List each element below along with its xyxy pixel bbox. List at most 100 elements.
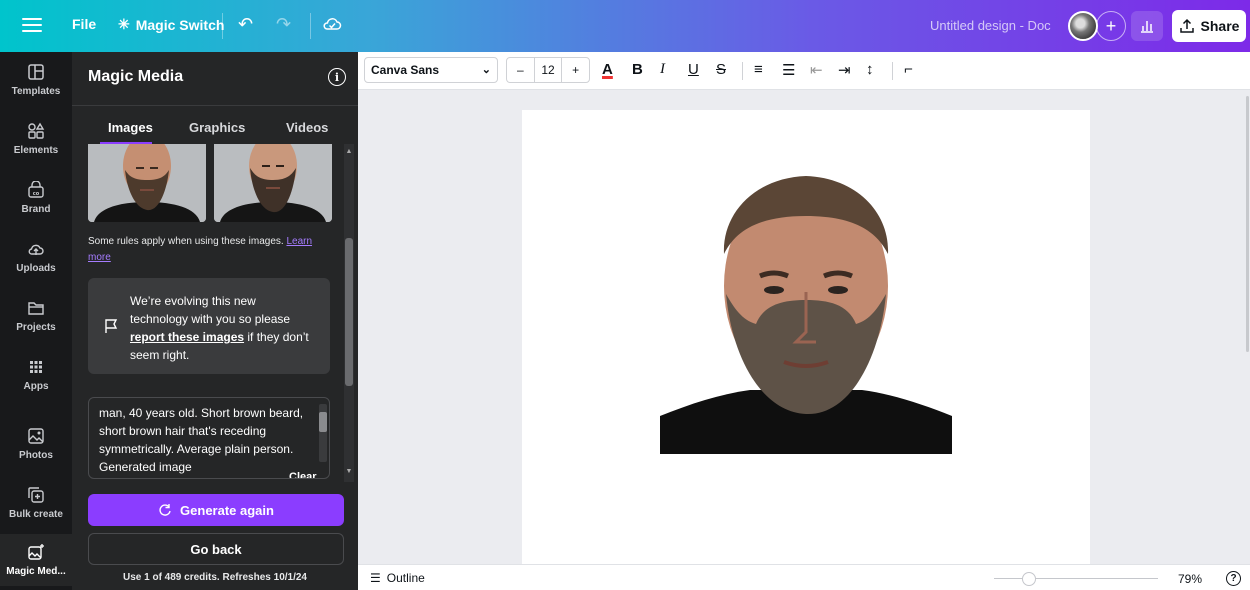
font-size-input[interactable]: 12 xyxy=(533,57,563,83)
share-label: Share xyxy=(1200,18,1240,34)
menu-icon[interactable] xyxy=(22,14,42,38)
rail-item-templates[interactable]: Templates xyxy=(0,54,72,106)
refresh-icon xyxy=(159,504,171,516)
rail-label: Apps xyxy=(23,381,49,392)
divider xyxy=(742,62,743,80)
rail-label: Photos xyxy=(19,450,53,461)
rail-item-projects[interactable]: Projects xyxy=(0,290,72,342)
strikethrough-icon[interactable]: S xyxy=(716,61,726,78)
document-title[interactable]: Untitled design - Doc xyxy=(930,18,1051,33)
outdent-icon[interactable]: ⇤ xyxy=(810,61,823,79)
canvas-area xyxy=(358,90,1250,570)
scroll-down-icon[interactable]: ▼ xyxy=(345,468,353,475)
file-menu-button[interactable]: File xyxy=(72,16,96,32)
magic-media-panel: Magic Media i Images Graphics Videos Som… xyxy=(72,52,358,590)
italic-icon[interactable]: I xyxy=(660,61,665,78)
rail-item-elements[interactable]: Elements xyxy=(0,113,72,165)
elements-icon xyxy=(28,122,45,139)
zoom-slider-handle[interactable] xyxy=(1022,572,1036,586)
rules-label: Some rules apply when using these images… xyxy=(88,236,284,247)
tab-images[interactable]: Images xyxy=(108,120,153,135)
zoom-level[interactable]: 79% xyxy=(1178,572,1202,586)
outline-button[interactable]: ☰ Outline xyxy=(370,571,425,585)
prompt-scroll-thumb[interactable] xyxy=(319,412,327,432)
feedback-text: We’re evolving this new technology with … xyxy=(130,292,316,364)
uploads-icon xyxy=(28,244,44,255)
feedback-prefix: We’re evolving this new technology with … xyxy=(130,294,291,326)
underline-icon[interactable]: U xyxy=(688,61,699,78)
scroll-up-icon[interactable]: ▲ xyxy=(345,148,353,155)
divider xyxy=(72,105,358,106)
outline-icon: ☰ xyxy=(370,571,381,585)
cloud-saved-icon[interactable] xyxy=(322,14,342,39)
rail-item-photos[interactable]: Photos xyxy=(0,418,72,470)
top-bar: File ✳ Magic Switch ↶ ↷ Untitled design … xyxy=(0,0,1250,52)
rail-item-brand[interactable]: co Brand xyxy=(0,172,72,224)
rail-label: Bulk create xyxy=(9,509,63,520)
redo-icon[interactable]: ↷ xyxy=(276,14,291,35)
share-button[interactable]: Share xyxy=(1172,10,1246,42)
projects-icon xyxy=(28,302,44,315)
add-people-icon[interactable]: + xyxy=(1096,11,1126,41)
templates-icon xyxy=(28,64,44,80)
portrait-image[interactable] xyxy=(660,166,952,454)
decrease-size-button[interactable]: – xyxy=(507,63,534,77)
divider xyxy=(892,62,893,80)
avatar[interactable] xyxy=(1068,11,1098,41)
rail-item-magic-media[interactable]: Magic Med... xyxy=(0,534,72,586)
tab-videos[interactable]: Videos xyxy=(286,120,328,135)
feedback-card: We’re evolving this new technology with … xyxy=(88,278,330,374)
insights-button[interactable] xyxy=(1131,11,1163,41)
align-left-icon[interactable]: ≡ xyxy=(754,61,763,78)
bulk-create-icon xyxy=(28,487,44,503)
canvas-scrollbar[interactable] xyxy=(1246,96,1249,352)
rail-label: Uploads xyxy=(16,263,56,274)
apps-icon xyxy=(30,361,42,373)
tab-graphics[interactable]: Graphics xyxy=(189,120,245,135)
left-rail: Templates Elements co Brand Uploads Proj… xyxy=(0,52,72,590)
photos-icon xyxy=(28,428,44,444)
rail-label: Brand xyxy=(21,204,51,215)
bottom-bar: ☰ Outline 79% ? xyxy=(358,564,1250,590)
generate-label: Generate again xyxy=(180,502,274,518)
font-name: Canva Sans xyxy=(371,63,440,77)
magic-switch-button[interactable]: ✳ Magic Switch xyxy=(118,16,224,33)
magic-switch-label: Magic Switch xyxy=(135,16,225,33)
usage-rules-text: Some rules apply when using these images… xyxy=(88,234,328,266)
copy-style-icon[interactable]: ⌐ xyxy=(904,61,913,78)
prompt-textarea[interactable]: man, 40 years old. Short brown beard, sh… xyxy=(88,397,330,479)
go-back-button[interactable]: Go back xyxy=(88,533,344,565)
rail-item-bulk-create[interactable]: Bulk create xyxy=(0,477,72,529)
panel-scroll-thumb[interactable] xyxy=(345,238,353,386)
generate-again-button[interactable]: Generate again xyxy=(88,494,344,526)
generated-image-2[interactable] xyxy=(214,144,332,222)
line-spacing-icon[interactable]: ↕ xyxy=(866,61,874,78)
sparkle-icon: ✳ xyxy=(118,16,130,32)
zoom-slider[interactable] xyxy=(994,578,1158,579)
text-color-icon[interactable]: A xyxy=(602,61,613,78)
divider xyxy=(310,13,311,39)
generated-image-1[interactable] xyxy=(88,144,206,222)
font-family-select[interactable]: Canva Sans ⌄ xyxy=(364,57,498,83)
rail-item-uploads[interactable]: Uploads xyxy=(0,231,72,283)
rail-item-apps[interactable]: Apps xyxy=(0,349,72,401)
chevron-down-icon: ⌄ xyxy=(481,64,491,76)
panel-title: Magic Media xyxy=(88,68,184,85)
outline-label: Outline xyxy=(386,571,425,585)
increase-size-button[interactable]: + xyxy=(562,63,589,77)
svg-text:co: co xyxy=(33,191,40,197)
font-size-stepper[interactable]: – 12 + xyxy=(506,57,590,83)
rail-label: Projects xyxy=(16,322,56,333)
bullet-list-icon[interactable]: ☰ xyxy=(782,61,795,79)
brand-icon: co xyxy=(28,181,44,198)
flag-icon xyxy=(105,319,118,333)
bold-icon[interactable]: B xyxy=(632,61,643,78)
indent-icon[interactable]: ⇥ xyxy=(838,61,851,79)
report-images-link[interactable]: report these images xyxy=(130,330,244,344)
info-icon[interactable]: i xyxy=(328,68,346,86)
clear-button[interactable]: Clear xyxy=(285,471,321,478)
design-page[interactable] xyxy=(522,110,1090,570)
undo-icon[interactable]: ↶ xyxy=(238,14,253,35)
prompt-text[interactable]: man, 40 years old. Short brown beard, sh… xyxy=(99,404,311,476)
help-icon[interactable]: ? xyxy=(1226,571,1241,586)
